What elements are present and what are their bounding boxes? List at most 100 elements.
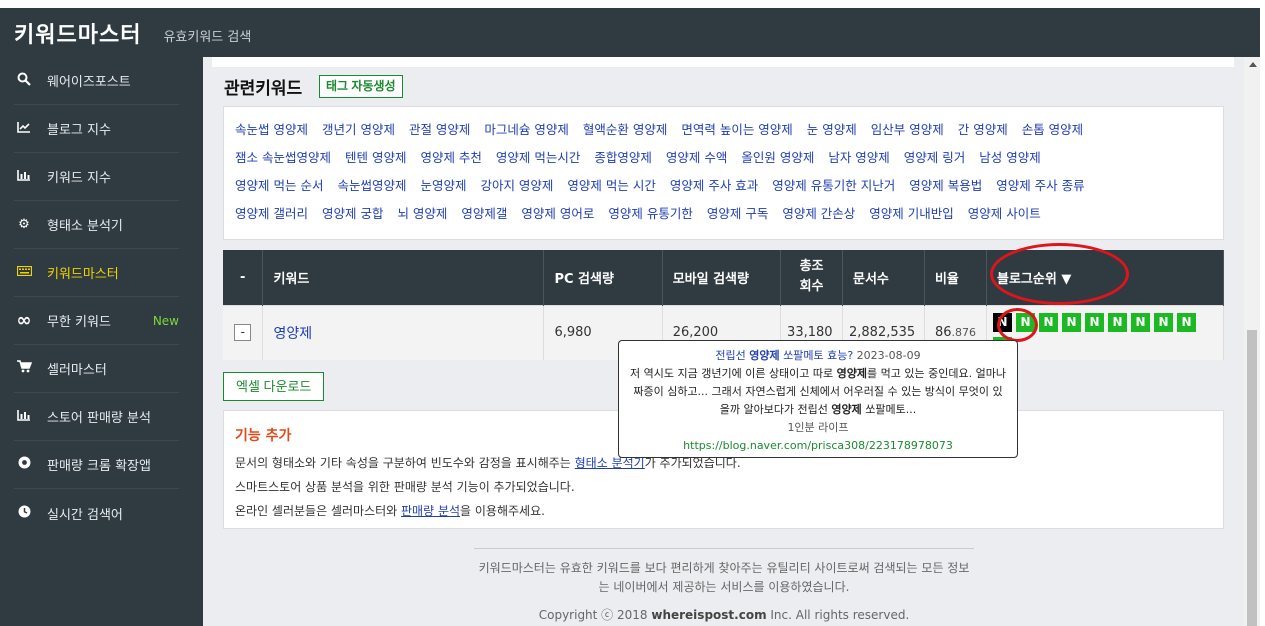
related-keyword-link[interactable]: 혈액순환 영양제	[583, 122, 667, 137]
footer-copyright: Copyright ⓒ 2018 whereispost.com Inc. Al…	[474, 606, 974, 623]
line-chart-icon	[14, 121, 34, 137]
content-panel-top	[212, 57, 1234, 67]
sidebar-item-keyword-master[interactable]: 키워드마스터	[14, 249, 179, 297]
right-edge	[1260, 8, 1265, 626]
related-keyword-link[interactable]: 눈 영양제	[807, 122, 857, 137]
naver-blog-badge[interactable]: N	[1177, 312, 1196, 332]
sidebar-item-morpheme-analyzer[interactable]: ⚙ 형태소 분석기	[14, 201, 179, 249]
tooltip-post-title[interactable]: 전립선 영양제 쏘팔메토 효능?	[715, 349, 853, 362]
col-blog-rank-header[interactable]: 블로그순위 ▼	[986, 250, 1224, 305]
sidebar-item-label: 스토어 판매량 분석	[47, 411, 151, 426]
keyword-row: 속눈썹 영양제 갱년기 영양제 관절 영양제 마그네슘 영양제 혈액순환 영양제…	[235, 119, 1213, 147]
scrollbar-thumb[interactable]	[1247, 330, 1257, 626]
related-keyword-link[interactable]: 영양제 구독	[707, 206, 768, 221]
app-header: 키워드마스터 유효키워드 검색	[0, 8, 1260, 57]
col-mobile-header[interactable]: 모바일 검색량	[662, 250, 782, 305]
related-keyword-link[interactable]: 영양제 주사 효과	[670, 178, 758, 193]
related-keyword-link[interactable]: 속눈썹영양제	[337, 178, 406, 193]
sidebar-item-store-sales[interactable]: 스토어 판매량 분석	[14, 393, 179, 441]
sidebar-item-label: 무한 키워드	[47, 315, 111, 330]
bar-chart-icon	[14, 409, 34, 425]
keyword-link[interactable]: 영양제	[273, 326, 312, 342]
morpheme-analyzer-link[interactable]: 형태소 분석기	[575, 456, 645, 470]
related-keyword-link[interactable]: 속눈썹 영양제	[235, 122, 308, 137]
blog-rank-badges: N N N N N N N N N N	[993, 312, 1213, 356]
notice-text: 을 이용해주세요.	[460, 504, 545, 518]
col-total-header[interactable]: 총조 회수	[780, 250, 843, 305]
brand-title[interactable]: 키워드마스터	[14, 17, 141, 49]
sidebar-item-blog-index[interactable]: 블로그 지수	[14, 105, 179, 153]
related-keyword-link[interactable]: 남성 영양제	[979, 150, 1040, 165]
tooltip-header: 전립선 영양제 쏘팔메토 효능? 2023-08-09	[629, 347, 1007, 365]
col-pc-header[interactable]: PC 검색량	[543, 250, 663, 305]
row-toggle-cell: -	[223, 304, 264, 360]
related-keyword-link[interactable]: 영양제 추천	[420, 150, 481, 165]
related-keyword-link[interactable]: 영양제 사이트	[968, 206, 1041, 221]
sidebar-item-chrome-extension[interactable]: 판매량 크롬 확장앱	[14, 441, 179, 489]
related-keyword-link[interactable]: 영양제 궁합	[322, 206, 383, 221]
ratio-main: 86	[934, 325, 952, 341]
tooltip-title-text: 쏘팔메토 효능?	[779, 349, 854, 362]
col-keyword-header[interactable]: 키워드	[262, 250, 545, 305]
related-keyword-link[interactable]: 영양제 기내반입	[869, 206, 953, 221]
related-keyword-link[interactable]: 영양제 유통기한 지난거	[772, 178, 895, 193]
naver-blog-badge[interactable]: N	[1131, 312, 1150, 332]
related-keyword-link[interactable]: 임산부 영양제	[871, 122, 944, 137]
blog-post-tooltip: 전립선 영양제 쏘팔메토 효능? 2023-08-09 저 역시도 지금 갱년기…	[618, 340, 1018, 458]
search-icon	[14, 72, 34, 90]
auto-tag-button[interactable]: 태그 자동생성	[319, 75, 403, 98]
related-keyword-link[interactable]: 마그네슘 영양제	[484, 122, 568, 137]
related-keyword-link[interactable]: 남자 영양제	[828, 150, 889, 165]
naver-blog-badge[interactable]: N	[1154, 312, 1173, 332]
sidebar-item-infinite-keyword[interactable]: ∞ 무한 키워드 New	[14, 297, 179, 345]
naver-blog-badge[interactable]: N	[1016, 312, 1035, 332]
related-keyword-link[interactable]: 손톱 영양제	[1022, 122, 1083, 137]
naver-blog-badge[interactable]: N	[1108, 312, 1127, 332]
related-keyword-link[interactable]: 갱년기 영양제	[322, 122, 395, 137]
related-keyword-link[interactable]: 영양제 먹는시간	[496, 150, 580, 165]
tooltip-body-text: 저 역시도 지금 갱년기에 이른 상태이고 따로	[630, 367, 837, 380]
related-keyword-link[interactable]: 간 영양제	[958, 122, 1008, 137]
related-keyword-link[interactable]: 올인원 영양제	[741, 150, 814, 165]
excel-download-button[interactable]: 엑셀 다운로드	[223, 372, 325, 401]
sidebar-item-whereispost[interactable]: 웨어이즈포스트	[14, 57, 179, 105]
naver-blog-badge[interactable]: N	[1039, 312, 1058, 332]
related-keyword-link[interactable]: 텐텐 영양제	[345, 150, 406, 165]
related-keyword-link[interactable]: 영양제 먹는 시간	[567, 178, 655, 193]
keyword-row: 영양제 먹는 순서 속눈썹영양제 눈영양제 강아지 영양제 영양제 먹는 시간 …	[235, 175, 1213, 203]
sidebar-item-keyword-index[interactable]: 키워드 지수	[14, 153, 179, 201]
sidebar-item-realtime-search[interactable]: 실시간 검색어	[14, 489, 179, 537]
related-keyword-link[interactable]: 영양제 갤러리	[235, 206, 308, 221]
tooltip-url[interactable]: https://blog.naver.com/prisca308/2231789…	[629, 437, 1007, 455]
collapse-button[interactable]: -	[234, 324, 252, 342]
col-total-header-line2: 회수	[799, 279, 824, 295]
sales-analysis-link[interactable]: 판매량 분석	[401, 504, 460, 518]
related-keyword-link[interactable]: 영양제갤	[461, 206, 507, 221]
scroll-up-arrow-icon[interactable]	[1249, 62, 1257, 67]
related-keyword-link[interactable]: 강아지 영양제	[480, 178, 553, 193]
related-keywords-title: 관련키워드	[224, 79, 303, 99]
naver-blog-badge[interactable]: N	[1062, 312, 1081, 332]
copyright-site: whereispost.com	[651, 608, 767, 622]
related-keyword-link[interactable]: 영양제 복용법	[909, 178, 982, 193]
sidebar-item-seller-master[interactable]: 셀러마스터	[14, 345, 179, 393]
related-keyword-link[interactable]: 영양제 수액	[666, 150, 727, 165]
naver-blog-badge[interactable]: N	[1085, 312, 1104, 332]
table-header-row: - 키워드 PC 검색량 모바일 검색량 총조 회수 문서수 비율 블로그순위 …	[223, 250, 1224, 305]
related-keyword-link[interactable]: 영양제 간손상	[782, 206, 855, 221]
related-keyword-link[interactable]: 영양제 유통기한	[608, 206, 692, 221]
related-keyword-link[interactable]: 영양제 링거	[904, 150, 965, 165]
related-keyword-link[interactable]: 영양제 영어로	[521, 206, 594, 221]
related-keyword-link[interactable]: 영양제 주사 종류	[996, 178, 1084, 193]
related-keyword-link[interactable]: 잼소 속눈썹영양제	[235, 150, 331, 165]
col-ratio-header[interactable]: 비율	[924, 250, 988, 305]
related-keyword-link[interactable]: 뇌 영양제	[397, 206, 447, 221]
related-keyword-link[interactable]: 눈영양제	[420, 178, 466, 193]
naver-blog-badge[interactable]: N	[993, 312, 1012, 332]
related-keyword-link[interactable]: 영양제 먹는 순서	[235, 178, 323, 193]
related-keyword-link[interactable]: 면역력 높이는 영양제	[681, 122, 792, 137]
col-toggle-header: -	[223, 250, 264, 305]
related-keyword-link[interactable]: 관절 영양제	[409, 122, 470, 137]
related-keyword-link[interactable]: 종합영양제	[594, 150, 652, 165]
col-docs-header[interactable]: 문서수	[842, 250, 925, 305]
